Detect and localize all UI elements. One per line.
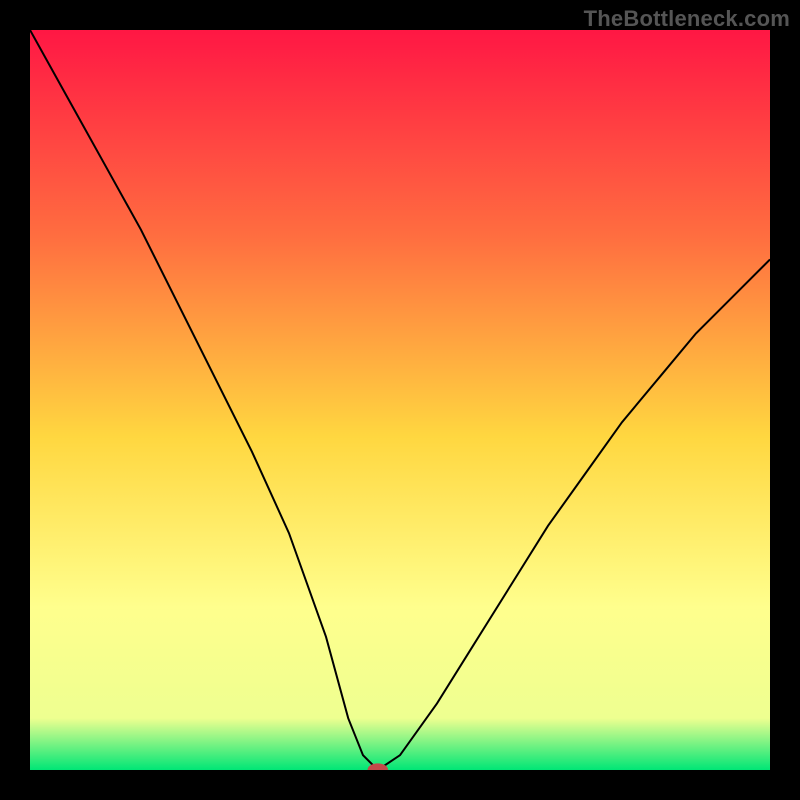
plot-area: [30, 30, 770, 770]
chart-frame: TheBottleneck.com: [0, 0, 800, 800]
gradient-background: [30, 30, 770, 770]
watermark-text: TheBottleneck.com: [584, 6, 790, 32]
plot-svg: [30, 30, 770, 770]
